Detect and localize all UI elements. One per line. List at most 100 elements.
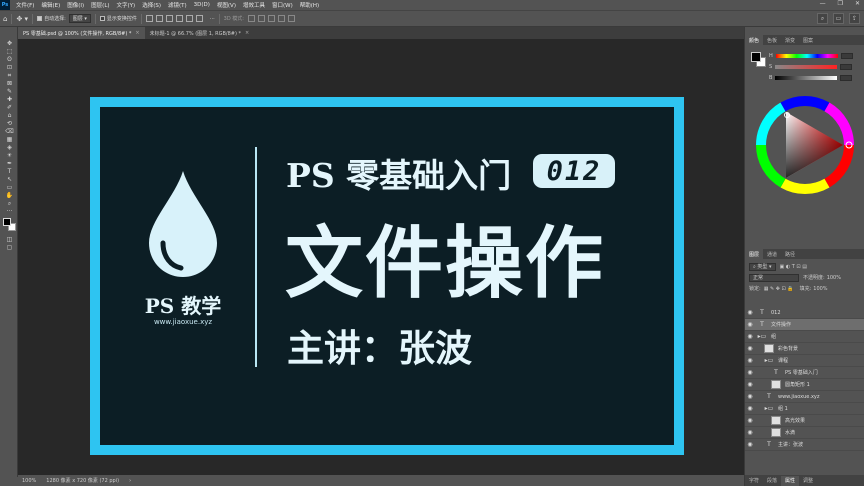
tab-document-2[interactable]: 未标题-1 @ 66.7% (图层 1, RGB/8#) * ×	[145, 27, 255, 39]
eyedropper-tool-icon[interactable]: ✎	[5, 88, 14, 95]
menu-select[interactable]: 选择(S)	[142, 1, 161, 9]
layer-row[interactable]: ◉ Twww.jiaoxue.xyz	[745, 391, 864, 403]
align-right-icon[interactable]	[165, 15, 173, 22]
zoom-level[interactable]: 100%	[22, 478, 36, 484]
menu-layer[interactable]: 图层(L)	[91, 1, 109, 9]
hue-slider[interactable]: H	[769, 52, 861, 59]
brightness-track[interactable]	[775, 75, 838, 80]
pen-tool-icon[interactable]: ✒	[5, 160, 14, 167]
close-button[interactable]: ✕	[855, 0, 860, 7]
color-panel-swatches[interactable]	[751, 52, 767, 68]
eraser-tool-icon[interactable]: ⌫	[5, 128, 14, 135]
tab-paragraph[interactable]: 段落	[763, 476, 781, 486]
history-brush-tool-icon[interactable]: ⟲	[5, 120, 14, 127]
foreground-color-swatch[interactable]	[3, 218, 11, 226]
gradient-tool-icon[interactable]: ▦	[5, 136, 14, 143]
tab-patterns[interactable]: 图案	[799, 35, 817, 45]
close-icon[interactable]: ×	[245, 30, 249, 36]
eye-icon[interactable]: ◉	[745, 417, 755, 424]
quick-mask-icon[interactable]: ◫	[5, 236, 14, 243]
fill-value[interactable]: 100%	[813, 286, 827, 292]
tab-document-1[interactable]: PS 零基础.psd @ 100% (文件操作, RGB/8#) * ×	[18, 27, 145, 39]
filter-icons[interactable]: ▣ ◐ T ⊡ ▤	[780, 264, 807, 270]
more-options-button[interactable]: ···	[210, 16, 215, 22]
menu-view[interactable]: 视图(V)	[217, 1, 236, 9]
menu-filter[interactable]: 滤镜(T)	[168, 1, 187, 9]
layer-row[interactable]: ◉ 圆角矩形 1	[745, 379, 864, 391]
saturation-slider[interactable]: S	[769, 63, 861, 70]
tab-properties[interactable]: 属性	[781, 475, 800, 486]
artwork-frame[interactable]: PS 教学 www.jiaoxue.xyz PS 零基础入门 012 文件操作 …	[90, 97, 684, 455]
eye-icon[interactable]: ◉	[745, 441, 755, 448]
eye-icon[interactable]: ◉	[745, 429, 755, 436]
tab-adjustments[interactable]: 调整	[799, 476, 817, 486]
eye-icon[interactable]: ◉	[745, 321, 755, 328]
tab-swatches[interactable]: 色板	[763, 35, 781, 45]
menu-window[interactable]: 窗口(W)	[272, 1, 293, 9]
hue-value[interactable]	[840, 52, 853, 59]
menu-type[interactable]: 文字(Y)	[117, 1, 136, 9]
layer-row[interactable]: ◉ 水滴	[745, 427, 864, 439]
align-center-icon[interactable]	[155, 15, 163, 22]
hand-tool-icon[interactable]: ✋	[5, 192, 14, 199]
brightness-value[interactable]	[840, 74, 853, 81]
home-icon[interactable]: ⌂	[3, 15, 7, 23]
tab-character[interactable]: 字符	[745, 476, 763, 486]
menu-edit[interactable]: 编辑(E)	[41, 1, 60, 9]
slide-3d-icon[interactable]	[277, 15, 285, 22]
auto-select-checkbox[interactable]	[37, 16, 43, 21]
menu-help[interactable]: 帮助(H)	[300, 1, 319, 9]
lock-icons[interactable]: ▦ ✎ ✥ ⊡ 🔒	[764, 286, 794, 292]
menu-image[interactable]: 图像(I)	[67, 1, 84, 9]
eye-icon[interactable]: ◉	[745, 333, 755, 340]
healing-brush-tool-icon[interactable]: ✚	[5, 96, 14, 103]
align-bottom-icon[interactable]	[195, 15, 203, 22]
eye-icon[interactable]: ◉	[745, 309, 755, 316]
brightness-slider[interactable]: B	[769, 74, 861, 81]
auto-select-dropdown[interactable]: 图层 ▾	[68, 14, 91, 23]
layer-row[interactable]: ◉ 高光效果	[745, 415, 864, 427]
clone-stamp-tool-icon[interactable]: ⌂	[5, 112, 14, 119]
type-tool-icon[interactable]: T	[5, 168, 14, 175]
shape-tool-icon[interactable]: ▭	[5, 184, 14, 191]
blur-tool-icon[interactable]: ◈	[5, 144, 14, 151]
eye-icon[interactable]: ◉	[745, 393, 755, 400]
quick-select-tool-icon[interactable]: ⊡	[5, 64, 14, 71]
status-menu-arrow[interactable]: ›	[129, 478, 131, 484]
drag-3d-icon[interactable]	[267, 15, 275, 22]
lasso-tool-icon[interactable]: ʘ	[5, 56, 14, 63]
dodge-tool-icon[interactable]: ☀	[5, 152, 14, 159]
align-middle-icon[interactable]	[185, 15, 193, 22]
color-wheel[interactable]	[755, 95, 855, 195]
tab-channels[interactable]: 通道	[763, 249, 781, 259]
move-tool-icon[interactable]: ✥ ▾	[16, 15, 28, 23]
scale-3d-icon[interactable]	[287, 15, 295, 22]
opacity-value[interactable]: 100%	[827, 275, 841, 281]
roll-3d-icon[interactable]	[257, 15, 265, 22]
layer-row[interactable]: ◉ ▸▭ 组	[745, 331, 864, 343]
menu-plugins[interactable]: 增效工具	[243, 1, 265, 9]
restore-button[interactable]: ❐	[838, 0, 843, 7]
marquee-tool-icon[interactable]: ⬚	[5, 48, 14, 55]
more-tools-icon[interactable]: ···	[5, 208, 14, 215]
tab-paths[interactable]: 路径	[781, 249, 799, 259]
align-left-icon[interactable]	[145, 15, 153, 22]
menu-file[interactable]: 文件(F)	[16, 1, 34, 9]
path-select-tool-icon[interactable]: ↖	[5, 176, 14, 183]
layer-row[interactable]: ◉ T 012	[745, 307, 864, 319]
eye-icon[interactable]: ◉	[745, 345, 755, 352]
brush-tool-icon[interactable]: ✐	[5, 104, 14, 111]
layer-row[interactable]: ◉ ▸▭ 课程	[745, 355, 864, 367]
screen-mode-icon[interactable]: ▢	[5, 244, 14, 251]
eye-icon[interactable]: ◉	[745, 369, 755, 376]
layer-filter-dropdown[interactable]: ⌕ 类型 ▾	[749, 262, 776, 271]
saturation-value[interactable]	[840, 63, 853, 70]
tab-gradients[interactable]: 渐变	[781, 35, 799, 45]
workspace-icon[interactable]: ▭	[833, 13, 844, 24]
zoom-tool-icon[interactable]: ⌕	[5, 200, 14, 207]
share-icon[interactable]: ⇪	[849, 13, 860, 24]
layer-row[interactable]: ◉ 彩色背景	[745, 343, 864, 355]
close-icon[interactable]: ×	[135, 30, 139, 36]
blend-mode-dropdown[interactable]: 正常	[749, 273, 799, 282]
show-transform-checkbox[interactable]	[99, 16, 105, 21]
